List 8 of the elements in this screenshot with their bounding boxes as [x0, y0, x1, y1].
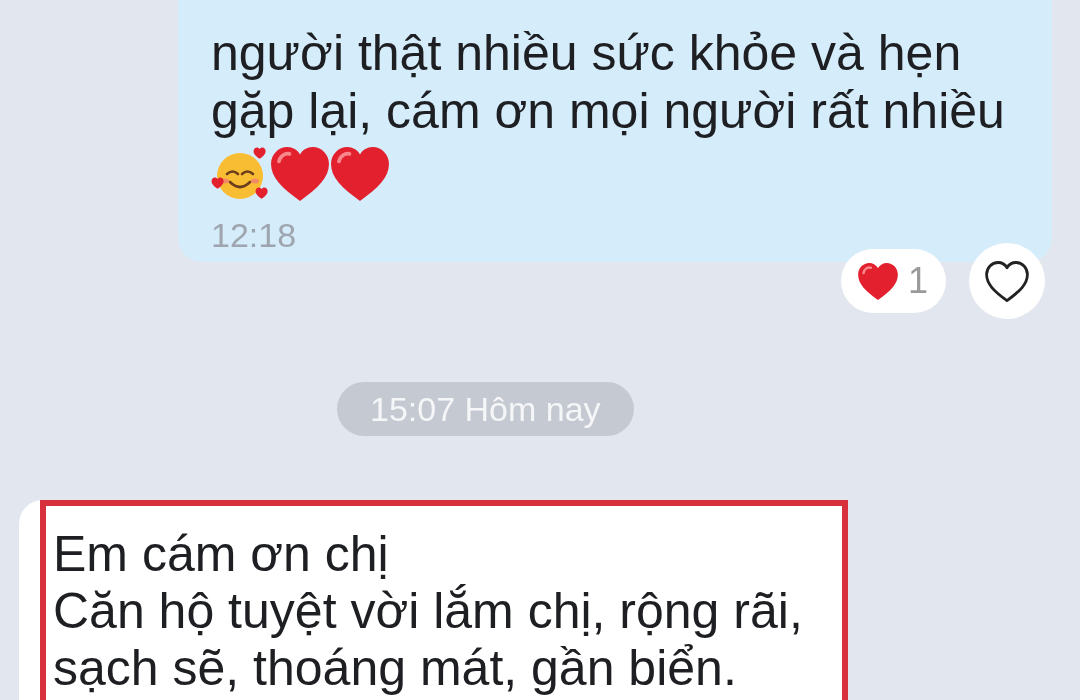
heart-icon: [331, 147, 389, 201]
reaction-button[interactable]: 1: [840, 249, 946, 313]
message-text: người thật nhiều sức khỏe và hẹn gặp lại, cám ơn mọi người rất nhiều: [211, 24, 1006, 140]
heart-icon: [857, 262, 898, 300]
message-text: Em cám ơn chị Căn hộ tuyệt vời lắm chị, rộng rãi, sạch sẽ, thoáng mát, gần biển.: [53, 526, 804, 697]
heart-icon: [271, 147, 329, 201]
smiling-face-with-hearts-icon: [211, 147, 269, 201]
message-time: 12:18: [211, 216, 298, 254]
